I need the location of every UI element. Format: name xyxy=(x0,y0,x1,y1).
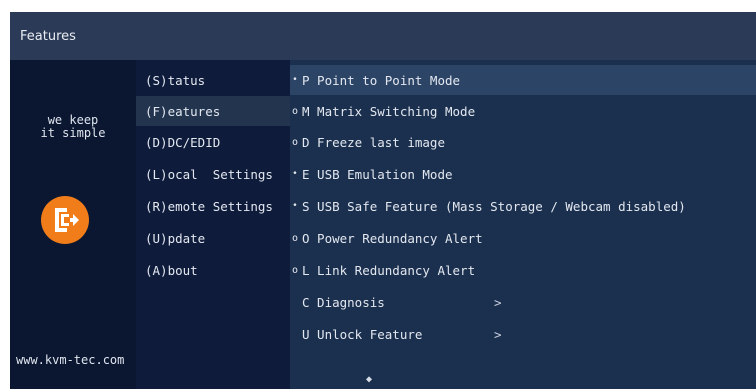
feature-option-matrix-switching[interactable]: o M Matrix Switching Mode xyxy=(290,96,756,126)
radio-selected-icon: • xyxy=(292,169,298,179)
submenu-label: C Diagnosis xyxy=(302,294,385,310)
feature-option-label: D Freeze last image xyxy=(302,134,445,150)
tagline-line-2: it simple xyxy=(40,126,106,140)
submenu-label: U Unlock Feature xyxy=(302,326,423,342)
menu-item-about[interactable]: (A)bout xyxy=(136,255,290,285)
feature-option-label: S USB Safe Feature (Mass Storage / Webca… xyxy=(302,198,686,214)
features-panel: • P Point to Point Mode o M Matrix Switc… xyxy=(290,60,756,389)
website-url: www.kvm-tec.com xyxy=(16,353,125,367)
menu-item-ddc-edid[interactable]: (D)DC/EDID xyxy=(136,127,290,157)
radio-unselected-icon: o xyxy=(291,264,299,276)
feature-option-freeze-last-image[interactable]: o D Freeze last image xyxy=(290,127,756,157)
feature-option-power-redundancy[interactable]: o O Power Redundancy Alert xyxy=(290,223,756,253)
feature-option-label: M Matrix Switching Mode xyxy=(302,103,476,119)
feature-option-usb-emulation[interactable]: • E USB Emulation Mode xyxy=(290,159,756,189)
feature-option-label: E USB Emulation Mode xyxy=(302,166,453,182)
feature-option-label: L Link Redundancy Alert xyxy=(302,262,476,278)
main-menu: (S)tatus (F)eatures (D)DC/EDID (L)ocal S… xyxy=(136,60,290,389)
radio-unselected-icon: o xyxy=(291,232,299,244)
brand-pane: we keep it simple www.kvm-tec.com xyxy=(10,60,136,389)
menu-item-update[interactable]: (U)pdate xyxy=(136,223,290,253)
radio-selected-icon: • xyxy=(292,201,298,211)
menu-item-status[interactable]: (S)tatus xyxy=(136,65,290,95)
radio-unselected-icon: o xyxy=(291,105,299,117)
menu-item-remote-settings[interactable]: (R)emote Settings xyxy=(136,191,290,221)
feature-option-label: O Power Redundancy Alert xyxy=(302,230,483,246)
tagline: we keep it simple xyxy=(10,114,136,140)
menu-item-local-settings[interactable]: (L)ocal Settings xyxy=(136,159,290,189)
submenu-unlock-feature[interactable]: U Unlock Feature > xyxy=(290,319,756,349)
radio-unselected-icon: o xyxy=(291,136,299,148)
chevron-right-icon: > xyxy=(494,326,502,342)
submenu-diagnosis[interactable]: C Diagnosis > xyxy=(290,287,756,317)
window-title: Features xyxy=(20,28,76,44)
menu-item-features[interactable]: (F)eatures xyxy=(136,96,290,126)
feature-option-label: P Point to Point Mode xyxy=(302,72,461,88)
chevron-right-icon: > xyxy=(494,294,502,310)
scroll-indicator-icon[interactable]: ◆ xyxy=(366,374,372,385)
feature-option-usb-safe[interactable]: • S USB Safe Feature (Mass Storage / Web… xyxy=(290,191,756,221)
feature-option-link-redundancy[interactable]: o L Link Redundancy Alert xyxy=(290,255,756,285)
radio-selected-icon: • xyxy=(292,75,298,85)
feature-option-point-to-point[interactable]: • P Point to Point Mode xyxy=(290,65,756,95)
kvm-tec-logo-icon xyxy=(41,196,89,244)
title-bar: Features xyxy=(10,12,756,60)
kvm-osd-screen: Features we keep it simple www.kvm-tec.c… xyxy=(10,12,756,389)
